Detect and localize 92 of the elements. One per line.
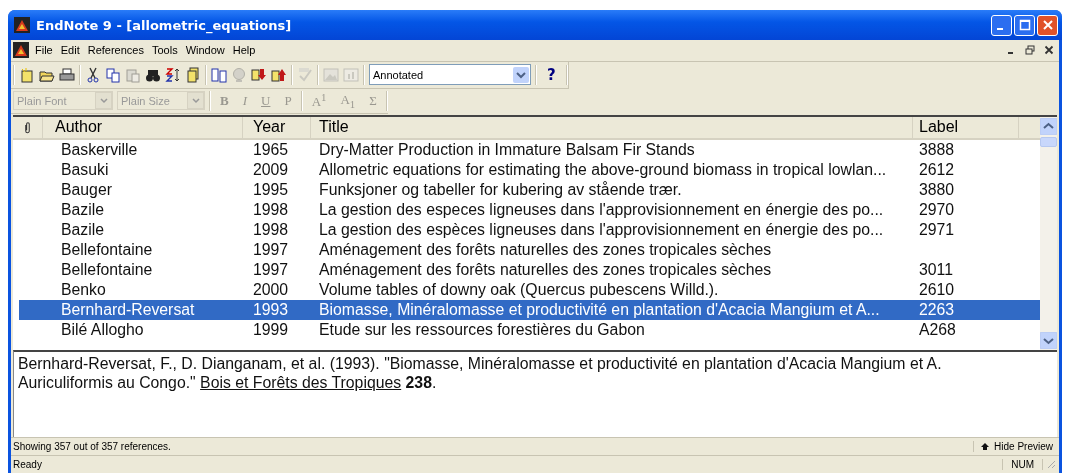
table-cell-text: 2009 [252,160,290,179]
resize-grip-icon[interactable] [1045,458,1057,471]
column-header[interactable]: Label [913,116,1019,138]
paperclip-icon [24,120,31,134]
table-cell-text: A268 [918,320,957,339]
table-cell-text: Basuki [60,160,110,179]
table-cell-text: Etude sur les ressources forestières du Gabon [318,320,646,339]
table-cell-text: 2000 [252,280,290,299]
menu-item[interactable]: File [35,44,59,57]
reference-row[interactable]: Benko 2000 Volume tables of downy oak (Quercus pubescens Willd.). 2610 [19,279,1040,300]
table-cell-text: 3011 [918,260,954,279]
column-header[interactable]: Author [43,116,243,138]
sort-icon[interactable] [165,66,181,83]
reference-row[interactable]: Basuki 2009 Allometric equations for estimating the above-ground biomass in tropical lowlan... 2612 [19,159,1040,180]
table-cell-text: Aménagement des forêts naturelles des zones tropicales sèches [318,240,773,259]
reference-row[interactable]: Bellefontaine 1997 Aménagement des forêts naturelles des zones tropicales sèches [19,239,1040,260]
table-cell-text: 2970 [918,200,956,219]
column-header[interactable]: Year [243,116,311,138]
table-cell-text: Bellefontaine [60,260,154,279]
reference-row[interactable]: Baskerville 1965 Dry-Matter Production in Immature Balsam Fir Stands 3888 [19,139,1040,160]
table-cell-text: 1998 [252,200,290,219]
table-cell-text: 1995 [252,180,290,199]
menu-item[interactable]: References [87,44,150,57]
minimize-icon [997,28,1003,30]
table-cell-text: Volume tables of downy oak (Quercus pubescens Willd.). [318,280,720,299]
close-button[interactable] [1037,14,1058,36]
maximize-button[interactable] [1014,14,1035,36]
reference-row[interactable]: Bernhard-Reversat 1993 Biomasse, Minéralomasse et productivité en plantation d'Acacia Mangium et A... 2263 [19,299,1040,320]
table-cell-text: Bauger [60,180,113,199]
reference-row[interactable]: Bazile 1998 La gestion des especes ligneuses dans l'approvisionnement en énergie des po... 2970 [19,199,1040,220]
hide-preview-button[interactable]: Hide Preview [973,440,1059,452]
reference-row[interactable]: Bilé Allogho 1999 Etude sur les ressources forestières du Gabon A268 [19,319,1040,340]
maximize-icon [1018,19,1031,31]
table-cell-text: Funksjoner og tabeller for kubering av stående trær. [318,180,683,199]
menu-item[interactable]: Tools [151,44,184,57]
table-cell-text: Bazile [60,200,106,219]
table-cell-text: 2971 [918,220,956,239]
minimize-button[interactable] [991,14,1012,36]
status-text: Showing 357 out of 357 references. [13,440,171,452]
table-cell-text: 1965 [252,140,290,159]
close-icon [1043,45,1054,56]
table-cell-text: Biomasse, Minéralomasse et productivité en plantation d'Acacia Mangium et A... [318,300,881,319]
reference-row[interactable]: Bellefontaine 1997 Aménagement des forêts naturelles des zones tropicales sèches 3011 [19,259,1040,280]
scrollbar[interactable] [1040,116,1057,350]
menu-item[interactable]: Help [232,44,262,57]
down-arrow-icon[interactable] [251,66,267,83]
copy-icon[interactable] [105,66,121,83]
table-cell-text: Allometric equations for estimating the above-ground biomass in tropical lowlan... [318,160,888,179]
cut-icon[interactable] [85,66,101,83]
table-cell-text: 1997 [252,260,290,279]
table-cell-text: 2612 [918,160,956,179]
num-lock-indicator: NUM [1002,459,1043,470]
document-logo-icon[interactable] [13,42,29,59]
app-logo-icon [14,17,30,33]
table-cell-text: Dry-Matter Production in Immature Balsam Fir Stands [318,140,696,159]
window-title: EndNote 9 - [allometric_equations] [36,17,293,33]
table-cell-text: Bernhard-Reversat [60,300,196,319]
style-dropdown[interactable]: Annotated [369,64,531,86]
window-icon[interactable] [211,66,227,83]
restore-icon [1024,45,1035,56]
scroll-thumb[interactable] [1040,136,1057,147]
table-cell-text: 1999 [252,320,290,339]
reference-row[interactable]: Bauger 1995 Funksjoner og tabeller for kubering av stående trær. 3880 [19,179,1040,200]
table-cell-text: 2610 [918,280,956,299]
close-icon [1041,19,1054,31]
scroll-up-icon[interactable] [1040,117,1057,135]
menu-item[interactable]: Edit [60,44,86,57]
menu-item[interactable]: Window [185,44,231,57]
table-cell-text: 1993 [252,300,290,319]
table-cell-text: Bellefontaine [60,240,154,259]
up-arrow-icon [980,441,991,452]
document-icon[interactable] [185,66,201,83]
table-cell-text: La gestion des especes ligneuses dans l'approvisionnement en énergie des po... [318,200,885,219]
table-cell-text: La gestion des espèces ligneuses dans l'approvisionnement en énergie des po... [318,220,885,239]
table-cell-text: 1997 [252,240,290,259]
reference-row[interactable]: Bazile 1998 La gestion des espèces ligneuses dans l'approvisionnement en énergie des po... 2971 [19,219,1040,240]
status-text: Ready [13,459,43,470]
table-cell-text: Aménagement des forêts naturelles des zones tropicales sèches [318,260,773,279]
citation-text: Bernhard-Reversat, F., D. Dianganam, et al. (1993). "Biomasse, Minéralomasse et productivité en plantation d'Acacia Mangium et A. Auriculiformis au Congo." Bois et Forêts des Tropiques 238. [18,353,943,392]
column-header[interactable]: Title [311,116,913,138]
printer-icon[interactable] [59,66,75,83]
table-cell-text: 1998 [252,220,290,239]
table-cell-text: Baskerville [60,140,139,159]
table-cell-text: 3880 [918,180,956,199]
minimize-icon [1008,52,1013,55]
table-cell-text: Bazile [60,220,106,239]
table-cell-text: 3888 [918,140,956,159]
table-cell-text: Bilé Allogho [60,320,145,339]
table-cell-text: Benko [60,280,107,299]
scroll-down-icon[interactable] [1040,331,1057,349]
table-cell-text: 2263 [918,300,956,319]
help-button[interactable]: ? [541,65,562,84]
